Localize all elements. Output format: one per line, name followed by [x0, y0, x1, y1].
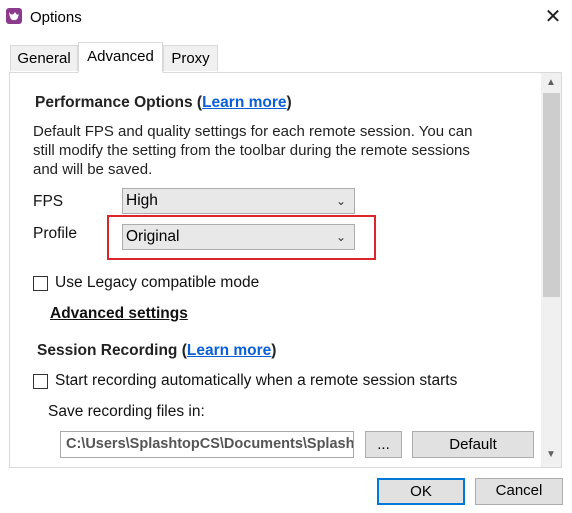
profile-highlight-box	[107, 215, 376, 260]
performance-description: Default FPS and quality settings for eac…	[33, 123, 473, 178]
ok-button[interactable]: OK	[377, 478, 465, 505]
auto-record-checkbox[interactable]	[33, 374, 48, 389]
performance-heading: Performance Options (Learn more)	[35, 94, 292, 111]
chevron-down-icon: ⌄	[335, 194, 346, 208]
close-button[interactable]: ✕	[540, 6, 566, 30]
tab-advanced[interactable]: Advanced	[78, 42, 163, 73]
auto-record-label: Start recording automatically when a rem…	[55, 372, 458, 389]
app-icon	[6, 8, 22, 24]
recording-learn-more-link[interactable]: Learn more	[187, 342, 271, 359]
performance-learn-more-link[interactable]: Learn more	[202, 94, 286, 111]
scroll-up-icon[interactable]: ▲	[541, 74, 561, 92]
fps-select[interactable]: High ⌄	[122, 188, 355, 214]
profile-label: Profile	[33, 225, 77, 242]
browse-button[interactable]: ...	[365, 431, 402, 458]
window-title: Options	[30, 9, 82, 26]
save-location-label: Save recording files in:	[48, 403, 205, 420]
scroll-thumb[interactable]	[543, 93, 560, 297]
title-bar	[0, 0, 572, 36]
advanced-settings-link[interactable]: Advanced settings	[50, 305, 188, 323]
recording-heading: Session Recording (Learn more)	[37, 342, 277, 359]
tab-general[interactable]: General	[10, 45, 78, 71]
tab-proxy[interactable]: Proxy	[163, 45, 218, 71]
legacy-mode-label: Use Legacy compatible mode	[55, 274, 260, 291]
recording-path-field[interactable]: C:\Users\SplashtopCS\Documents\Splash	[60, 431, 354, 458]
default-button[interactable]: Default	[412, 431, 534, 458]
scroll-down-icon[interactable]: ▼	[541, 446, 561, 464]
fps-label: FPS	[33, 193, 64, 210]
legacy-mode-checkbox[interactable]	[33, 276, 48, 291]
cancel-button[interactable]: Cancel	[475, 478, 563, 505]
close-icon: ✕	[544, 6, 562, 28]
